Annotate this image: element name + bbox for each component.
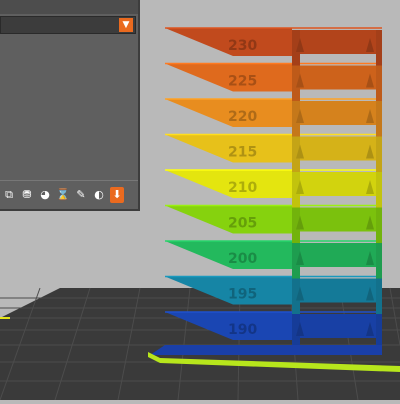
right-pillar xyxy=(376,207,382,243)
color-icon[interactable]: ◕ xyxy=(38,187,52,203)
divider xyxy=(0,180,138,181)
right-pillar xyxy=(376,65,382,101)
layer-temperature-label: 215 xyxy=(228,145,257,161)
3d-viewport[interactable]: 190 195 200 205 210 215 220 225 230 ▼ ⧉ ⛃ ◕ ⌛ ✎ ◐ ⬇ xyxy=(0,0,400,401)
right-pillar xyxy=(376,278,382,314)
print-settings-dropdown[interactable]: ▼ xyxy=(0,16,136,34)
sidebar-panel: ▼ ⧉ ⛃ ◕ ⌛ ✎ ◐ ⬇ xyxy=(0,0,140,211)
support-icon[interactable]: ⛃ xyxy=(20,187,34,203)
layer-temperature-label: 210 xyxy=(228,180,257,196)
panel-header xyxy=(0,0,138,14)
layer-temperature-label: 220 xyxy=(228,109,257,125)
right-pillar xyxy=(376,314,382,350)
layer-temperature-label: 230 xyxy=(228,38,257,54)
build-plate xyxy=(0,287,400,401)
layer-temperature-label: 225 xyxy=(228,74,257,90)
layer-temperature-label: 190 xyxy=(228,322,257,338)
right-pillar xyxy=(376,172,382,208)
seam-icon[interactable]: ◐ xyxy=(92,187,106,203)
layer-temperature-label: 205 xyxy=(228,216,257,232)
right-pillar xyxy=(376,136,382,172)
link-icon[interactable]: ⧉ xyxy=(2,187,16,203)
brush-icon[interactable]: ✎ xyxy=(74,187,88,203)
layer-temperature-label: 200 xyxy=(228,251,257,267)
right-pillar xyxy=(376,243,382,279)
tower-base xyxy=(150,345,382,355)
arrow-down-icon[interactable]: ⬇ xyxy=(110,187,124,203)
right-pillar xyxy=(376,30,382,66)
toolbar: ⧉ ⛃ ◕ ⌛ ✎ ◐ ⬇ xyxy=(0,183,138,207)
right-pillar xyxy=(376,101,382,137)
hourglass-icon[interactable]: ⌛ xyxy=(56,187,70,203)
layer-temperature-label: 195 xyxy=(228,287,257,303)
chevron-down-icon[interactable]: ▼ xyxy=(119,18,133,32)
